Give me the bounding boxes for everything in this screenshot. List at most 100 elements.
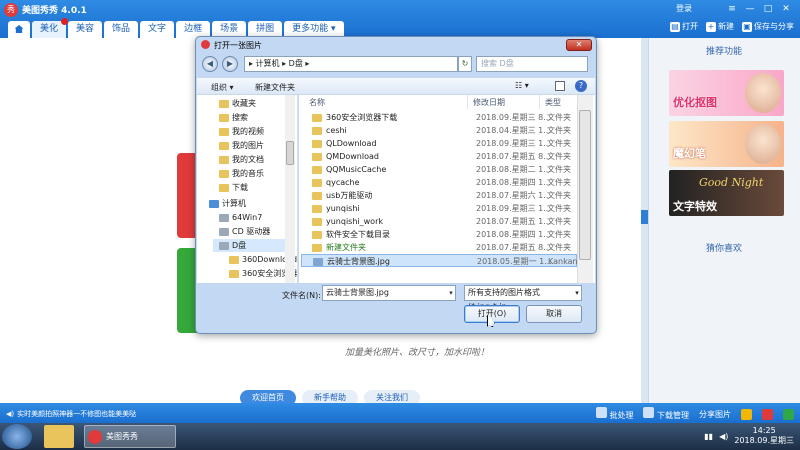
column-header-type[interactable]: 类型	[545, 97, 561, 108]
organize-button[interactable]: 组织 ▾	[211, 82, 234, 93]
promo-text-effects[interactable]: Good Night 文字特效	[669, 170, 784, 216]
chevron-down-icon[interactable]: ▾	[572, 286, 582, 300]
file-row[interactable]: 360安全浏览器下载 2018.09.星期三 8... 文件夹	[301, 111, 577, 124]
nav-item[interactable]: 收藏夹	[219, 97, 256, 110]
close-button[interactable]: ✕	[778, 2, 794, 16]
nav-item-selected[interactable]: D盘	[213, 239, 289, 252]
recommended-title: 推荐功能	[705, 47, 742, 57]
nav-item[interactable]: 我的音乐	[219, 167, 264, 180]
search-input[interactable]: 搜索 D盘	[476, 56, 588, 72]
file-list-scroll-thumb[interactable]	[579, 110, 591, 260]
chevron-down-icon[interactable]: ▾	[446, 286, 456, 300]
taskbar: 美图秀秀 ▮▮ ◀) 14:25 2018.09.星期三	[0, 423, 800, 450]
portrait-image	[745, 73, 781, 113]
dialog-close-button[interactable]: ✕	[566, 39, 592, 51]
tab-text[interactable]: 文字	[140, 21, 175, 38]
nav-item[interactable]: 我的视频	[219, 125, 264, 138]
filetype-select[interactable]: 所有支持的图片格式 (*.jpg;*.jp	[464, 285, 582, 311]
nav-item[interactable]: 64Win7	[219, 211, 262, 224]
nav-item[interactable]: 搜索	[219, 111, 248, 124]
column-divider[interactable]	[539, 95, 540, 109]
status-message[interactable]: ◀) 实时美颜拍照神器一不修图也能美美哒	[6, 409, 136, 419]
file-row[interactable]: yunqishi_work 2018.07.星期五 1... 文件夹	[301, 215, 577, 228]
folder-icon	[312, 114, 322, 122]
folder-icon	[219, 155, 229, 164]
file-row[interactable]: 新建文件夹 2018.07.星期五 8... 文件夹	[301, 241, 577, 254]
status-actions: 批处理 下载管理 分享图片	[595, 407, 794, 421]
folder-icon	[312, 244, 322, 252]
maximize-button[interactable]: □	[760, 2, 776, 16]
nav-scroll-thumb[interactable]	[286, 141, 294, 165]
new-badge	[61, 18, 69, 25]
nav-item[interactable]: 我的文档	[219, 153, 264, 166]
save-share-action[interactable]: ▣ 保存与分享	[742, 21, 794, 32]
file-list: 名称 修改日期 类型 360安全浏览器下载 2018.09.星期三 8... 文件夹…	[299, 95, 595, 283]
menu-icon[interactable]: ≡	[724, 2, 740, 16]
download-icon	[643, 407, 655, 418]
portrait-image	[745, 124, 781, 164]
nav-item[interactable]: 计算机	[209, 197, 246, 210]
tab-decorations[interactable]: 饰品	[104, 21, 139, 38]
share-button[interactable]: 分享图片	[699, 409, 731, 420]
folder-icon	[219, 183, 229, 192]
file-row[interactable]: 软件安全下载目录 2018.08.星期四 1... 文件夹	[301, 228, 577, 241]
column-header-name[interactable]: 名称	[309, 97, 325, 108]
volume-icon[interactable]: ◀)	[719, 432, 728, 441]
minimize-button[interactable]: —	[742, 2, 758, 16]
new-action[interactable]: + 新建	[706, 21, 734, 32]
file-row[interactable]: usb万能驱动 2018.07.星期六 1... 文件夹	[301, 189, 577, 202]
windows-start-icon[interactable]	[2, 424, 32, 449]
batch-icon	[595, 407, 607, 418]
explorer-taskbar-icon[interactable]	[44, 425, 74, 448]
taskbar-app-meitu[interactable]: 美图秀秀	[84, 425, 176, 448]
forward-arrow-icon[interactable]: ▶	[222, 56, 238, 72]
drive-icon	[219, 213, 229, 222]
back-arrow-icon[interactable]: ◀	[202, 56, 218, 72]
batch-button[interactable]: 批处理	[595, 407, 633, 421]
preview-pane-icon[interactable]	[555, 81, 565, 91]
tab-beautify[interactable]: 美化	[32, 18, 69, 38]
views-icon[interactable]: ☷ ▾	[515, 81, 529, 90]
address-bar[interactable]: ▸ 计算机 ▸ D盘 ▸	[244, 56, 458, 72]
collapse-arrow-icon[interactable]	[641, 210, 648, 224]
nav-item[interactable]: 下载	[219, 181, 248, 194]
cancel-button[interactable]: 取消	[526, 305, 582, 323]
refresh-icon[interactable]: ↻	[458, 56, 472, 72]
folder-icon	[219, 113, 229, 122]
file-row[interactable]: QLDownload 2018.09.星期三 1... 文件夹	[301, 137, 577, 150]
column-divider[interactable]	[467, 95, 468, 109]
file-row[interactable]: ceshi 2018.04.星期三 1... 文件夹	[301, 124, 577, 137]
open-action[interactable]: ▤ 打开	[670, 21, 698, 32]
nav-scrollbar[interactable]	[285, 95, 295, 283]
folder-icon	[312, 192, 322, 200]
file-row[interactable]: QMDownload 2018.07.星期五 8... 文件夹	[301, 150, 577, 163]
file-row[interactable]: qycache 2018.08.星期四 1... 文件夹	[301, 176, 577, 189]
plus-icon: +	[706, 21, 716, 32]
filename-input[interactable]: 云骑士背景图.jpg	[322, 285, 456, 301]
app-header: 秀 美图秀秀 4.0.1 登录 ≡ — □ ✕ 美化 美容 饰品 文字 边框 场…	[0, 0, 800, 38]
promo-magic-brush[interactable]: 魔幻笔	[669, 121, 784, 167]
new-folder-button[interactable]: 新建文件夹	[255, 82, 295, 93]
downloads-button[interactable]: 下载管理	[643, 407, 689, 421]
file-row[interactable]: QQMusicCache 2018.08.星期二 1... 文件夹	[301, 163, 577, 176]
file-row[interactable]: yunqishi 2018.09.星期三 1... 文件夹	[301, 202, 577, 215]
nav-item[interactable]: CD 驱动器	[219, 225, 270, 238]
tab-beauty[interactable]: 美容	[68, 21, 103, 38]
file-row-selected[interactable]: 云骑士背景图.jpg 2018.05.星期一 1... Kankan	[301, 254, 578, 267]
navigation-pane: 收藏夹 搜索 我的视频 我的图片 我的文档 我的音乐 下载 计算机 64Win7…	[197, 95, 298, 283]
star-icon[interactable]	[741, 408, 752, 420]
login-link[interactable]: 登录	[676, 3, 692, 14]
home-icon	[14, 25, 24, 33]
help-icon[interactable]: ?	[575, 80, 587, 92]
clock[interactable]: 14:25 2018.09.星期三	[734, 426, 794, 446]
nav-item[interactable]: 我的图片	[219, 139, 264, 152]
plus-share-icon[interactable]	[783, 408, 794, 420]
tab-home[interactable]	[8, 21, 30, 38]
network-icon[interactable]: ▮▮	[704, 432, 713, 441]
promo-cutout[interactable]: 优化抠图	[669, 70, 784, 116]
filename-label: 文件名(N):	[282, 291, 321, 300]
app-logo-icon: 秀	[4, 3, 18, 17]
weibo-icon[interactable]	[762, 408, 773, 420]
folder-icon	[219, 127, 229, 136]
column-header-date[interactable]: 修改日期	[473, 97, 505, 108]
